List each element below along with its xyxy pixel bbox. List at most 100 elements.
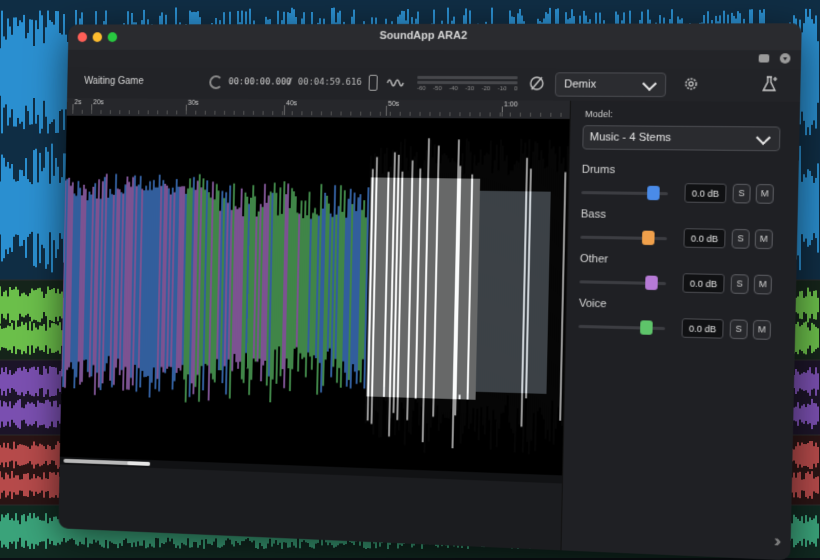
dropdown-menu-icon[interactable] [780,53,791,63]
mute-button[interactable]: M [753,320,771,340]
stem-name: Drums [582,164,615,177]
ruler-minor-tick [331,111,332,115]
ruler-label: 20s [93,99,104,106]
ruler-minor-tick [157,110,158,114]
ruler-minor-tick [301,111,302,115]
gain-slider-thumb[interactable] [641,231,654,245]
ruler-minor-tick [91,110,92,114]
phase-invert-icon[interactable] [528,75,545,91]
ruler-minor-tick [195,111,196,115]
ruler-minor-tick [459,112,460,116]
stem-name: Other [580,253,608,266]
ruler-minor-tick [510,113,511,117]
waveform-icon[interactable] [386,76,404,90]
ruler-minor-tick [119,110,120,114]
separated-waveform [60,116,570,476]
ruler-label: 1:00 [504,101,518,108]
ruler-minor-tick [479,112,480,116]
stem-other: Other 0.0 dB S M [579,253,783,302]
gain-slider-thumb[interactable] [645,276,658,291]
ruler-label: 2s [74,99,81,106]
gain-value[interactable]: 0.0 dB [681,318,723,338]
ruler-minor-tick [167,110,168,114]
gain-slider-thumb[interactable] [647,186,660,200]
ruler-minor-tick [429,112,430,116]
ruler-minor-tick [100,110,101,114]
gain-value[interactable]: 0.0 dB [683,228,725,248]
ruler-minor-tick [530,113,531,117]
ruler-minor-tick [292,111,293,115]
vu-tick: 0 [514,86,518,92]
vu-tick: -30 [465,86,474,92]
ruler-minor-tick [340,111,341,115]
ruler-minor-tick [420,112,421,116]
level-meter-left [417,76,517,79]
song-title: Waiting Game [84,76,144,87]
vu-tick: -40 [449,86,458,92]
ruler-minor-tick [253,111,254,115]
stem-name: Bass [581,208,606,221]
ruler-minor-tick [186,111,187,115]
expand-chevrons-icon[interactable]: ›› [774,533,777,552]
ruler-minor-tick [282,111,283,115]
window-title: SoundApp ARA2 [68,29,801,42]
gain-value[interactable]: 0.0 dB [684,183,726,203]
ruler-minor-tick [224,111,225,115]
vu-tick: -60 [417,86,426,92]
vu-tick: -20 [481,86,490,92]
ruler-minor-tick [360,112,361,116]
solo-button[interactable]: S [731,229,749,249]
mute-button[interactable]: M [754,275,772,295]
vu-tick: -50 [433,86,442,92]
mute-button[interactable]: M [756,184,774,204]
solo-button[interactable]: S [731,274,749,294]
app-window-wrapper: SoundApp ARA2 Waiting Game 00:00:00.000 … [58,23,801,560]
waveform-view[interactable] [60,116,570,476]
flask-icon[interactable] [760,75,779,94]
ruler-label: 50s [388,101,399,108]
ruler-minor-tick [243,111,244,115]
loading-spinner-icon [209,75,223,89]
stem-panel: Model: Music - 4 Stems Drums 0.0 dB S M … [561,101,802,560]
model-select[interactable]: Music - 4 Stems [582,125,780,151]
model-label: Model: [585,109,613,119]
ruler-minor-tick [439,112,440,116]
stem-name: Voice [579,298,607,311]
level-meter: -60 -50 -40 -30 -20 -10 0 [417,74,518,94]
plugin-subbar [68,50,802,69]
gain-value[interactable]: 0.0 dB [682,273,724,293]
ruler-minor-tick [148,110,149,114]
speaker-meter-icon[interactable] [369,75,378,91]
mute-button[interactable]: M [755,229,773,249]
ruler-minor-tick [176,111,177,115]
ruler-minor-tick [390,112,391,116]
gear-icon[interactable] [683,76,700,92]
stem-drums: Drums 0.0 dB S M [581,164,785,212]
total-time: / 00:04:59.616 [287,78,361,88]
ruler-minor-tick [263,111,264,115]
ruler-minor-tick [205,111,206,115]
ruler-minor-tick [449,112,450,116]
ruler-minor-tick [350,112,351,116]
ruler-minor-tick [500,112,501,116]
solo-button[interactable]: S [730,319,748,339]
level-meter-scale: -60 -50 -40 -30 -20 -10 0 [417,86,517,92]
ruler-minor-tick [370,112,371,116]
ruler-minor-tick [311,111,312,115]
gain-slider-thumb[interactable] [640,320,653,335]
level-meter-right [417,81,517,84]
soundapp-window: SoundApp ARA2 Waiting Game 00:00:00.000 … [58,23,801,560]
ruler-minor-tick [550,113,551,117]
stem-bass: Bass 0.0 dB S M [580,208,784,256]
ruler-minor-tick [214,111,215,115]
ruler-minor-tick [400,112,401,116]
window-layout-icon[interactable] [759,54,770,62]
algorithm-select[interactable]: Demix [555,72,667,97]
solo-button[interactable]: S [732,184,750,204]
ruler-minor-tick [469,112,470,116]
ruler-minor-tick [520,113,521,117]
chevron-down-icon [756,130,771,145]
title-bar: SoundApp ARA2 [68,23,802,51]
ruler-minor-tick [380,112,381,116]
ruler-minor-tick [490,112,491,116]
